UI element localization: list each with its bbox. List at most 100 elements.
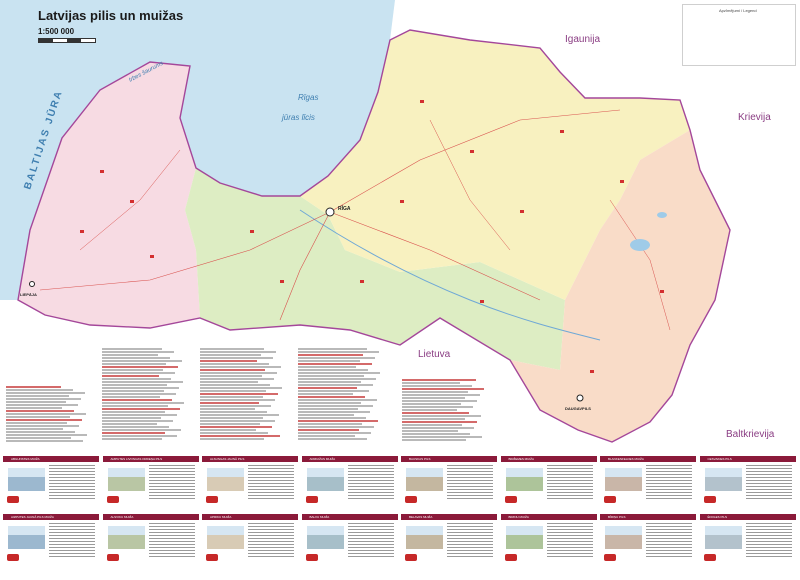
castle-card: BĪRIŅU PILS — [600, 514, 696, 566]
castle-card: AIZPUTES LIVONIJAS ORDEŅA PILS — [102, 456, 199, 508]
castle-card-photo — [505, 526, 543, 549]
castle-card: BIRŽEMES MUIŽA — [500, 456, 597, 508]
castle-card: CESVAINES PILS — [699, 456, 796, 508]
castle-card-header: ABGUNSTES MUIŽA — [3, 456, 99, 462]
index-entry-line — [102, 366, 179, 368]
index-entry-line — [402, 385, 472, 387]
index-entry-line — [298, 384, 373, 386]
index-entry-line — [298, 351, 379, 353]
index-entry-line — [298, 381, 361, 383]
index-entry-line — [402, 421, 478, 423]
index-entry-line — [102, 435, 178, 437]
castle-card-header: ALSUNGAS JAUNĀ PILS — [202, 456, 298, 462]
castle-card-text — [546, 523, 593, 559]
city-label-daugavpils: DAUGAVPILS — [565, 406, 591, 411]
castle-card: ABGUNSTES MUIŽA — [3, 456, 99, 508]
index-entry-line — [402, 412, 470, 414]
index-entry-line — [102, 390, 164, 392]
index-entry-line — [200, 366, 281, 368]
country-label-lithuania: Lietuva — [418, 349, 451, 360]
castle-card-title: BIRINU MUIŽA — [508, 515, 529, 519]
castle-card-title: BELAVAS MUIŽA — [409, 515, 433, 519]
index-entry-line — [6, 401, 66, 403]
index-entry-line — [200, 405, 271, 407]
castle-card-logo — [604, 496, 616, 503]
castle-card-text — [447, 465, 493, 501]
castle-card-header: BALVU MUIŽA — [301, 514, 398, 520]
castle-card-title: CESVAINES PILS — [707, 457, 732, 461]
index-entry-line — [298, 399, 378, 401]
country-label-belarus: Baltkrievija — [726, 429, 775, 440]
index-entry-line — [102, 378, 171, 380]
index-entry-line — [402, 409, 458, 411]
castle-card-header: APRIKU MUIŽA — [202, 514, 298, 520]
index-entry-line — [200, 375, 262, 377]
place-index-column-3 — [198, 347, 290, 442]
scale-bar — [38, 38, 96, 43]
castle-card-title: AIZPUTES JAUNĀ PILS MUIŽA — [11, 515, 54, 519]
index-entry-line — [200, 378, 274, 380]
castle-card-header: BĪRIŅU PILS — [600, 514, 696, 520]
index-entry-line — [298, 408, 358, 410]
index-entry-line — [102, 357, 171, 359]
castle-card-title: BIRŽEMES MUIŽA — [508, 457, 535, 461]
castle-card-photo — [107, 526, 145, 549]
index-entry-line — [102, 381, 183, 383]
index-entry-line — [298, 420, 379, 422]
index-entry-line — [298, 411, 370, 413]
index-entry-line — [102, 372, 175, 374]
castle-card-title: BALVU MUIŽA — [309, 515, 330, 519]
castle-card-title: APRIKU MUIŽA — [210, 515, 232, 519]
castle-card-logo — [703, 554, 716, 561]
index-entry-line — [298, 393, 354, 395]
index-entry-line — [6, 434, 87, 436]
index-entry-line — [200, 396, 263, 398]
castle-card-header: BAUSKAS PILS — [401, 456, 497, 462]
index-entry-line — [102, 363, 167, 365]
castle-card-logo — [206, 554, 218, 561]
castle-card: ĒDOLES PILS — [699, 514, 796, 566]
index-entry-line — [200, 435, 281, 437]
index-entry-line — [102, 411, 165, 413]
index-entry-line — [200, 414, 280, 416]
place-index-column-5 — [400, 378, 492, 442]
index-entry-line — [402, 397, 465, 399]
index-entry-line — [102, 360, 183, 362]
castle-card-text — [546, 465, 593, 501]
castle-card-logo — [504, 554, 517, 561]
index-entry-line — [298, 372, 380, 374]
castle-card-title: BLANKENFELDES MUIŽA — [608, 457, 644, 461]
index-entry-line — [298, 390, 369, 392]
castle-card: BALVU MUIŽA — [301, 514, 398, 566]
index-entry-line — [298, 348, 367, 350]
index-entry-line — [6, 413, 87, 415]
index-entry-line — [6, 404, 78, 406]
city-marker-daugavpils — [576, 394, 584, 402]
index-entry-line — [298, 363, 372, 365]
index-entry-line — [298, 417, 367, 419]
castle-card-photo — [605, 526, 642, 549]
index-entry-line — [102, 375, 160, 377]
index-entry-line — [102, 402, 184, 404]
place-index-column-2 — [100, 347, 192, 442]
index-entry-line — [402, 430, 459, 432]
castle-card-photo — [505, 468, 543, 491]
castle-card-text — [447, 523, 493, 559]
city-marker-liepaja — [29, 281, 35, 287]
castle-card-header: BIRINU MUIŽA — [500, 514, 597, 520]
castle-card-text — [148, 523, 195, 559]
castle-card-text — [148, 465, 195, 501]
castle-card-logo — [405, 496, 417, 503]
castle-card-header: ARMUIŽAS MUIŽA — [301, 456, 398, 462]
index-entry-line — [200, 438, 265, 440]
index-entry-line — [298, 435, 356, 437]
index-entry-line — [6, 425, 79, 427]
index-entry-line — [200, 387, 282, 389]
castle-card-header: BIRŽEMES MUIŽA — [500, 456, 597, 462]
index-entry-line — [102, 414, 177, 416]
index-entry-line — [200, 351, 277, 353]
map-poster: RĪGA LIEPĀJA DAUGAVPILS BALTIJAS JŪRA Ir… — [0, 0, 800, 575]
index-entry-line — [298, 432, 371, 434]
castle-card-logo — [106, 554, 119, 561]
index-entry-line — [102, 384, 168, 386]
